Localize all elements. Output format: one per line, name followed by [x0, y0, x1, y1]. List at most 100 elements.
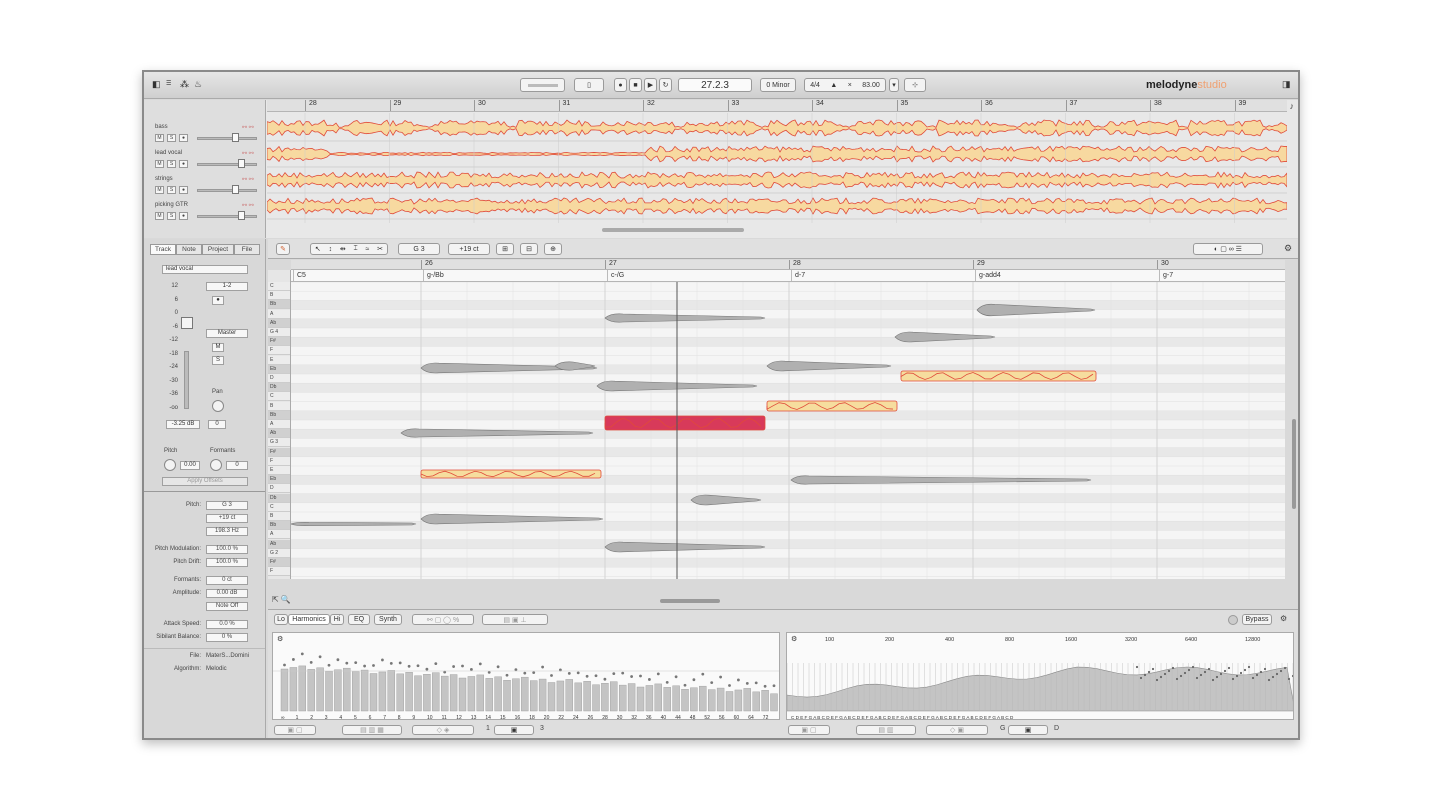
- inspector-toggle-icon[interactable]: ◨: [1282, 79, 1291, 90]
- solo-button[interactable]: S: [167, 186, 176, 194]
- selected-note-blob[interactable]: [766, 400, 898, 412]
- cents-field[interactable]: +19 ct: [448, 243, 490, 255]
- pitch-key[interactable]: D: [268, 484, 290, 494]
- pan-knob[interactable]: [212, 400, 224, 412]
- link-icon[interactable]: ⚯ ⚯: [242, 176, 254, 183]
- eq-control-3[interactable]: ◇ ▣: [926, 725, 988, 735]
- volume-slider[interactable]: [197, 163, 257, 166]
- time-grid-icon[interactable]: ⊟: [520, 243, 538, 255]
- metronome-icon[interactable]: ▲: [830, 82, 837, 89]
- chord-label[interactable]: g-add4: [975, 270, 1001, 281]
- bypass-button[interactable]: Bypass: [1242, 614, 1272, 625]
- harm-control-3[interactable]: ◇ ◈: [412, 725, 474, 735]
- pitch-key[interactable]: C: [268, 282, 290, 291]
- chord-track[interactable]: C5 g-/Bb c-/G d-7 g-add4 g-7: [291, 270, 1285, 282]
- pitch-key[interactable]: A: [268, 530, 290, 540]
- pitch-key[interactable]: D: [268, 374, 290, 383]
- separation-tool-icon[interactable]: ✂: [377, 245, 383, 253]
- mute-button[interactable]: M: [212, 343, 224, 352]
- editor-ruler[interactable]: 26 27 28 29 30: [291, 260, 1285, 270]
- record-enable-button[interactable]: ●: [212, 296, 224, 305]
- note-icon[interactable]: ♪: [1290, 101, 1295, 111]
- chord-label[interactable]: C5: [293, 270, 306, 281]
- quantize-icon[interactable]: ⊕: [544, 243, 562, 255]
- solo-button[interactable]: S: [167, 160, 176, 168]
- sound-settings-icon[interactable]: ⚙: [1280, 614, 1287, 623]
- param-value-field[interactable]: 0.0 %: [206, 620, 248, 629]
- pan-field[interactable]: 0: [208, 420, 226, 429]
- overview-ruler[interactable]: 28 29 30 31 32 33 34 35 36 37 38 39: [267, 100, 1287, 112]
- mute-button[interactable]: M: [155, 160, 164, 168]
- pitch-key[interactable]: B: [268, 291, 290, 301]
- pitch-field[interactable]: G 3: [398, 243, 440, 255]
- blobs-view-icon[interactable]: ⁂: [180, 79, 189, 90]
- volume-thumb[interactable]: [232, 133, 239, 142]
- zoom-slider[interactable]: [520, 78, 565, 92]
- mute-button[interactable]: M: [155, 134, 164, 142]
- eq-control-2[interactable]: ▤ ▥: [856, 725, 916, 735]
- tab-eq[interactable]: EQ: [348, 614, 370, 625]
- pitch-key[interactable]: Db: [268, 493, 290, 503]
- pitch-key[interactable]: C: [268, 392, 290, 402]
- pitch-key[interactable]: C: [268, 502, 290, 512]
- note-blobs[interactable]: [291, 270, 1285, 579]
- eq-range-slider[interactable]: ▣: [1008, 725, 1048, 735]
- param-value-field[interactable]: 0 ct: [206, 576, 248, 585]
- tab-file[interactable]: File: [234, 244, 260, 255]
- link-icon[interactable]: ⚯ ⚯: [242, 150, 254, 157]
- pitch-key[interactable]: G 4: [268, 328, 290, 337]
- sound-editor-icon[interactable]: ♨: [194, 79, 202, 90]
- editor-h-scrollbar[interactable]: [660, 599, 720, 603]
- solo-button[interactable]: S: [212, 356, 224, 365]
- position-display[interactable]: 27.2.3: [678, 78, 752, 92]
- tab-project[interactable]: Project: [202, 244, 234, 255]
- eq-control-1[interactable]: ▣ ▢: [788, 725, 830, 735]
- pitch-key[interactable]: F: [268, 456, 290, 466]
- pitch-key[interactable]: F: [268, 567, 290, 577]
- link-controls[interactable]: ⚯ ▢ ◯ %: [412, 614, 474, 625]
- stop-button[interactable]: ■: [629, 78, 642, 92]
- pitch-ruler[interactable]: C B Bb A Ab G 4 F# F E Eb D Db C B Bb A Ab G 3 F# F E Eb D Db C B…: [268, 270, 291, 579]
- volume-field[interactable]: -3.25 dB: [166, 420, 200, 429]
- param-value-field[interactable]: 0 %: [206, 633, 248, 642]
- tab-note[interactable]: Note: [176, 244, 202, 255]
- input-select[interactable]: 1-2: [206, 282, 248, 291]
- volume-thumb[interactable]: [238, 159, 245, 168]
- record-button[interactable]: ●: [179, 134, 188, 142]
- view-menu-icon[interactable]: ☰: [166, 80, 171, 87]
- chord-label[interactable]: c-/G: [607, 270, 624, 281]
- pitch-key[interactable]: G 3: [268, 438, 290, 448]
- cycle-button[interactable]: ↻: [659, 78, 672, 92]
- record-button[interactable]: ●: [179, 186, 188, 194]
- pitch-key[interactable]: B: [268, 401, 290, 411]
- pitch-key[interactable]: Ab: [268, 318, 290, 328]
- tab-synth[interactable]: Synth: [374, 614, 402, 625]
- overview-scrollbar[interactable]: [602, 228, 744, 232]
- editor-v-scrollbar[interactable]: [1292, 419, 1296, 509]
- pitch-key[interactable]: Eb: [268, 475, 290, 485]
- pitch-key[interactable]: Bb: [268, 521, 290, 531]
- pitch-key[interactable]: F#: [268, 447, 290, 457]
- param-value-field[interactable]: G 3: [206, 501, 248, 510]
- pitch-tool-icon[interactable]: ↕: [329, 246, 333, 253]
- pitch-knob[interactable]: [164, 459, 176, 471]
- record-button[interactable]: ●: [179, 160, 188, 168]
- note-blob[interactable]: [291, 522, 417, 526]
- mute-button[interactable]: M: [155, 186, 164, 194]
- pitch-key[interactable]: Ab: [268, 539, 290, 549]
- tab-lo[interactable]: Lo: [274, 614, 288, 625]
- pitch-key[interactable]: Ab: [268, 429, 290, 439]
- volume-thumb[interactable]: [238, 211, 245, 220]
- record-button[interactable]: ●: [179, 212, 188, 220]
- meter-tempo-field[interactable]: 4/4 ▲ × 83.00: [804, 78, 886, 92]
- pitch-key[interactable]: A: [268, 420, 290, 429]
- param-value-field[interactable]: Note Off: [206, 602, 248, 611]
- eq-graph[interactable]: ⚙ 100 200 400 800 1600 3200 6400 12800 C D E F G …: [786, 632, 1294, 720]
- play-button[interactable]: ▶: [644, 78, 657, 92]
- pitch-key[interactable]: B: [268, 512, 290, 521]
- volume-slider[interactable]: [197, 137, 257, 140]
- harmonics-graph[interactable]: ⚙∞ 1 2 3 4 5 6 7 8 9 10 11 12 13 14 15 16 18 20 22 24 26 28 30 3…: [272, 632, 780, 720]
- harm-range-slider[interactable]: ▣: [494, 725, 534, 735]
- harm-control-1[interactable]: ▣ ▢: [274, 725, 316, 735]
- tab-harmonics[interactable]: Harmonics: [288, 614, 330, 625]
